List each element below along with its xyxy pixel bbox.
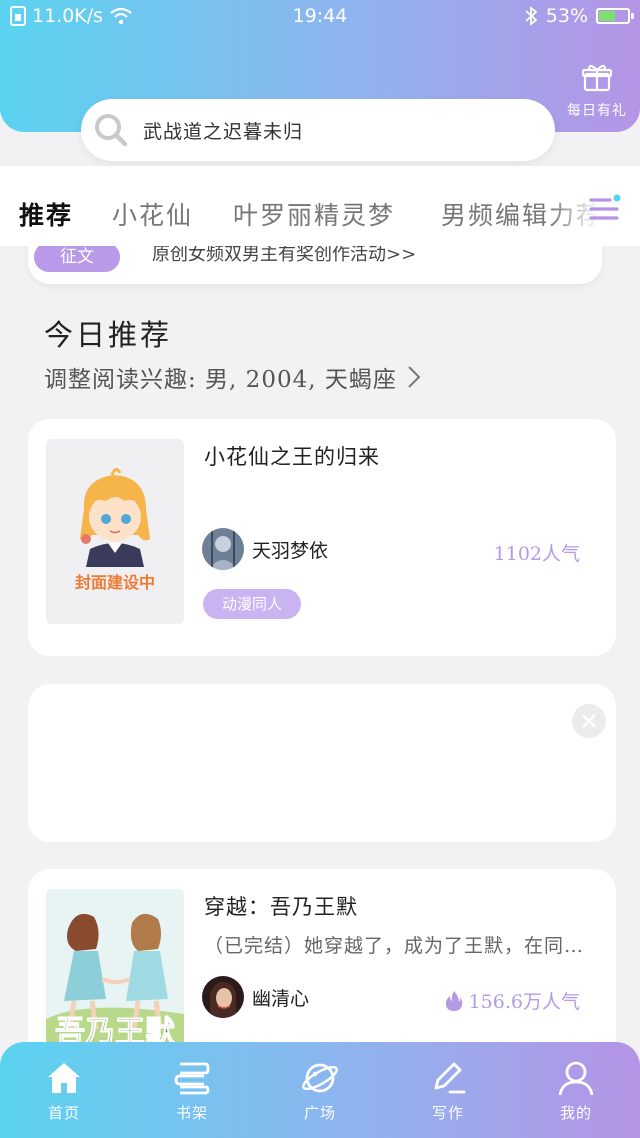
book-card[interactable]: 吾乃王默 穿越：吾乃王默 （已完结）她穿越了，成为了王默，在同一天，她遇见了……… (28, 869, 616, 1046)
author-row: 天羽梦依 (202, 528, 328, 570)
book-card[interactable]: 封面建设中 小花仙之王的归来 天羽梦依 1102人气 动漫同人 (28, 419, 616, 656)
nav-write[interactable]: 写作 (403, 1058, 493, 1123)
home-icon (48, 1063, 80, 1093)
section-title: 今日推荐 (44, 318, 173, 352)
book-title: 穿越：吾乃王默 (204, 895, 358, 919)
nav-write-label: 写作 (431, 1104, 464, 1122)
cover-placeholder-text: 封面建设中 (74, 573, 155, 592)
banner-text: 原创女频双男主有奖创作活动>> (152, 246, 417, 265)
author-name: 幽清心 (252, 987, 310, 1010)
contest-banner[interactable]: 征文 原创女频双男主有奖创作活动>> (28, 246, 602, 284)
search-icon (95, 114, 128, 147)
nav-home-label: 首页 (47, 1104, 80, 1122)
planet-icon (302, 1063, 338, 1093)
nav-bookshelf[interactable]: 书架 (147, 1058, 237, 1123)
nav-bookshelf-label: 书架 (175, 1104, 208, 1122)
cover-title-text: 吾乃王默 (55, 1015, 176, 1047)
pen-icon (434, 1062, 466, 1094)
section-subtitle: 调整阅读兴趣: 男, 2004, 天蝎座 (44, 367, 397, 393)
bluetooth-icon (525, 6, 538, 26)
tab-yeluoli[interactable]: 叶罗丽精灵梦 (233, 196, 395, 232)
genre-tag[interactable]: 动漫同人 (203, 589, 301, 619)
book-cover: 封面建设中 (46, 439, 184, 624)
menu-icon[interactable] (588, 192, 622, 226)
close-ad-button[interactable] (572, 704, 606, 738)
author-row: 幽清心 (202, 976, 309, 1018)
author-avatar (202, 976, 244, 1018)
category-tabs: 推荐 小花仙 叶罗丽精灵梦 男频编辑力荐 (0, 166, 640, 251)
battery-percent: 53% (545, 5, 588, 27)
status-bar: 11.0K/s 19:44 53% (0, 0, 640, 34)
tab-recommend[interactable]: 推荐 (19, 196, 73, 232)
book-title: 小花仙之王的归来 (204, 445, 380, 469)
daily-gift-button[interactable]: 每日有礼 (562, 64, 632, 120)
user-icon (558, 1061, 594, 1096)
gift-label: 每日有礼 (567, 103, 627, 119)
search-bar[interactable]: 武战道之迟暮未归 (81, 99, 555, 161)
close-icon (582, 714, 596, 728)
popularity-count: 156.6万人气 (468, 991, 580, 1013)
nav-profile-label: 我的 (559, 1104, 592, 1122)
tab-xiaohuaxian[interactable]: 小花仙 (112, 196, 193, 232)
battery-icon (596, 8, 634, 24)
nav-home[interactable]: 首页 (19, 1058, 109, 1123)
bookshelf-icon (174, 1062, 210, 1095)
chevron-right-icon (408, 366, 421, 388)
reading-interest-link[interactable]: 调整阅读兴趣: 男, 2004, 天蝎座 (44, 360, 421, 394)
bottom-navigation: 首页 书架 广场 写作 我的 (0, 1042, 640, 1138)
nav-square[interactable]: 广场 (275, 1058, 365, 1123)
search-query: 武战道之迟暮未归 (143, 120, 304, 143)
flame-icon (445, 990, 462, 1011)
popularity-count: 1102人气 (493, 543, 580, 565)
gift-icon (581, 64, 613, 92)
author-avatar (202, 528, 244, 570)
banner-badge: 征文 (34, 246, 120, 272)
book-description: （已完结）她穿越了，成为了王默，在同一天，她遇见了…… (204, 935, 590, 957)
author-name: 天羽梦依 (252, 539, 329, 562)
popularity-row: 156.6万人气 (445, 987, 580, 1014)
nav-profile[interactable]: 我的 (531, 1058, 621, 1123)
ad-card (28, 684, 616, 842)
nav-square-label: 广场 (303, 1104, 336, 1122)
book-cover: 吾乃王默 (46, 889, 184, 1046)
feed: 征文 原创女频双男主有奖创作活动>> 今日推荐 调整阅读兴趣: 男, 2004,… (0, 246, 640, 1046)
placeholder-character-image (46, 439, 184, 624)
